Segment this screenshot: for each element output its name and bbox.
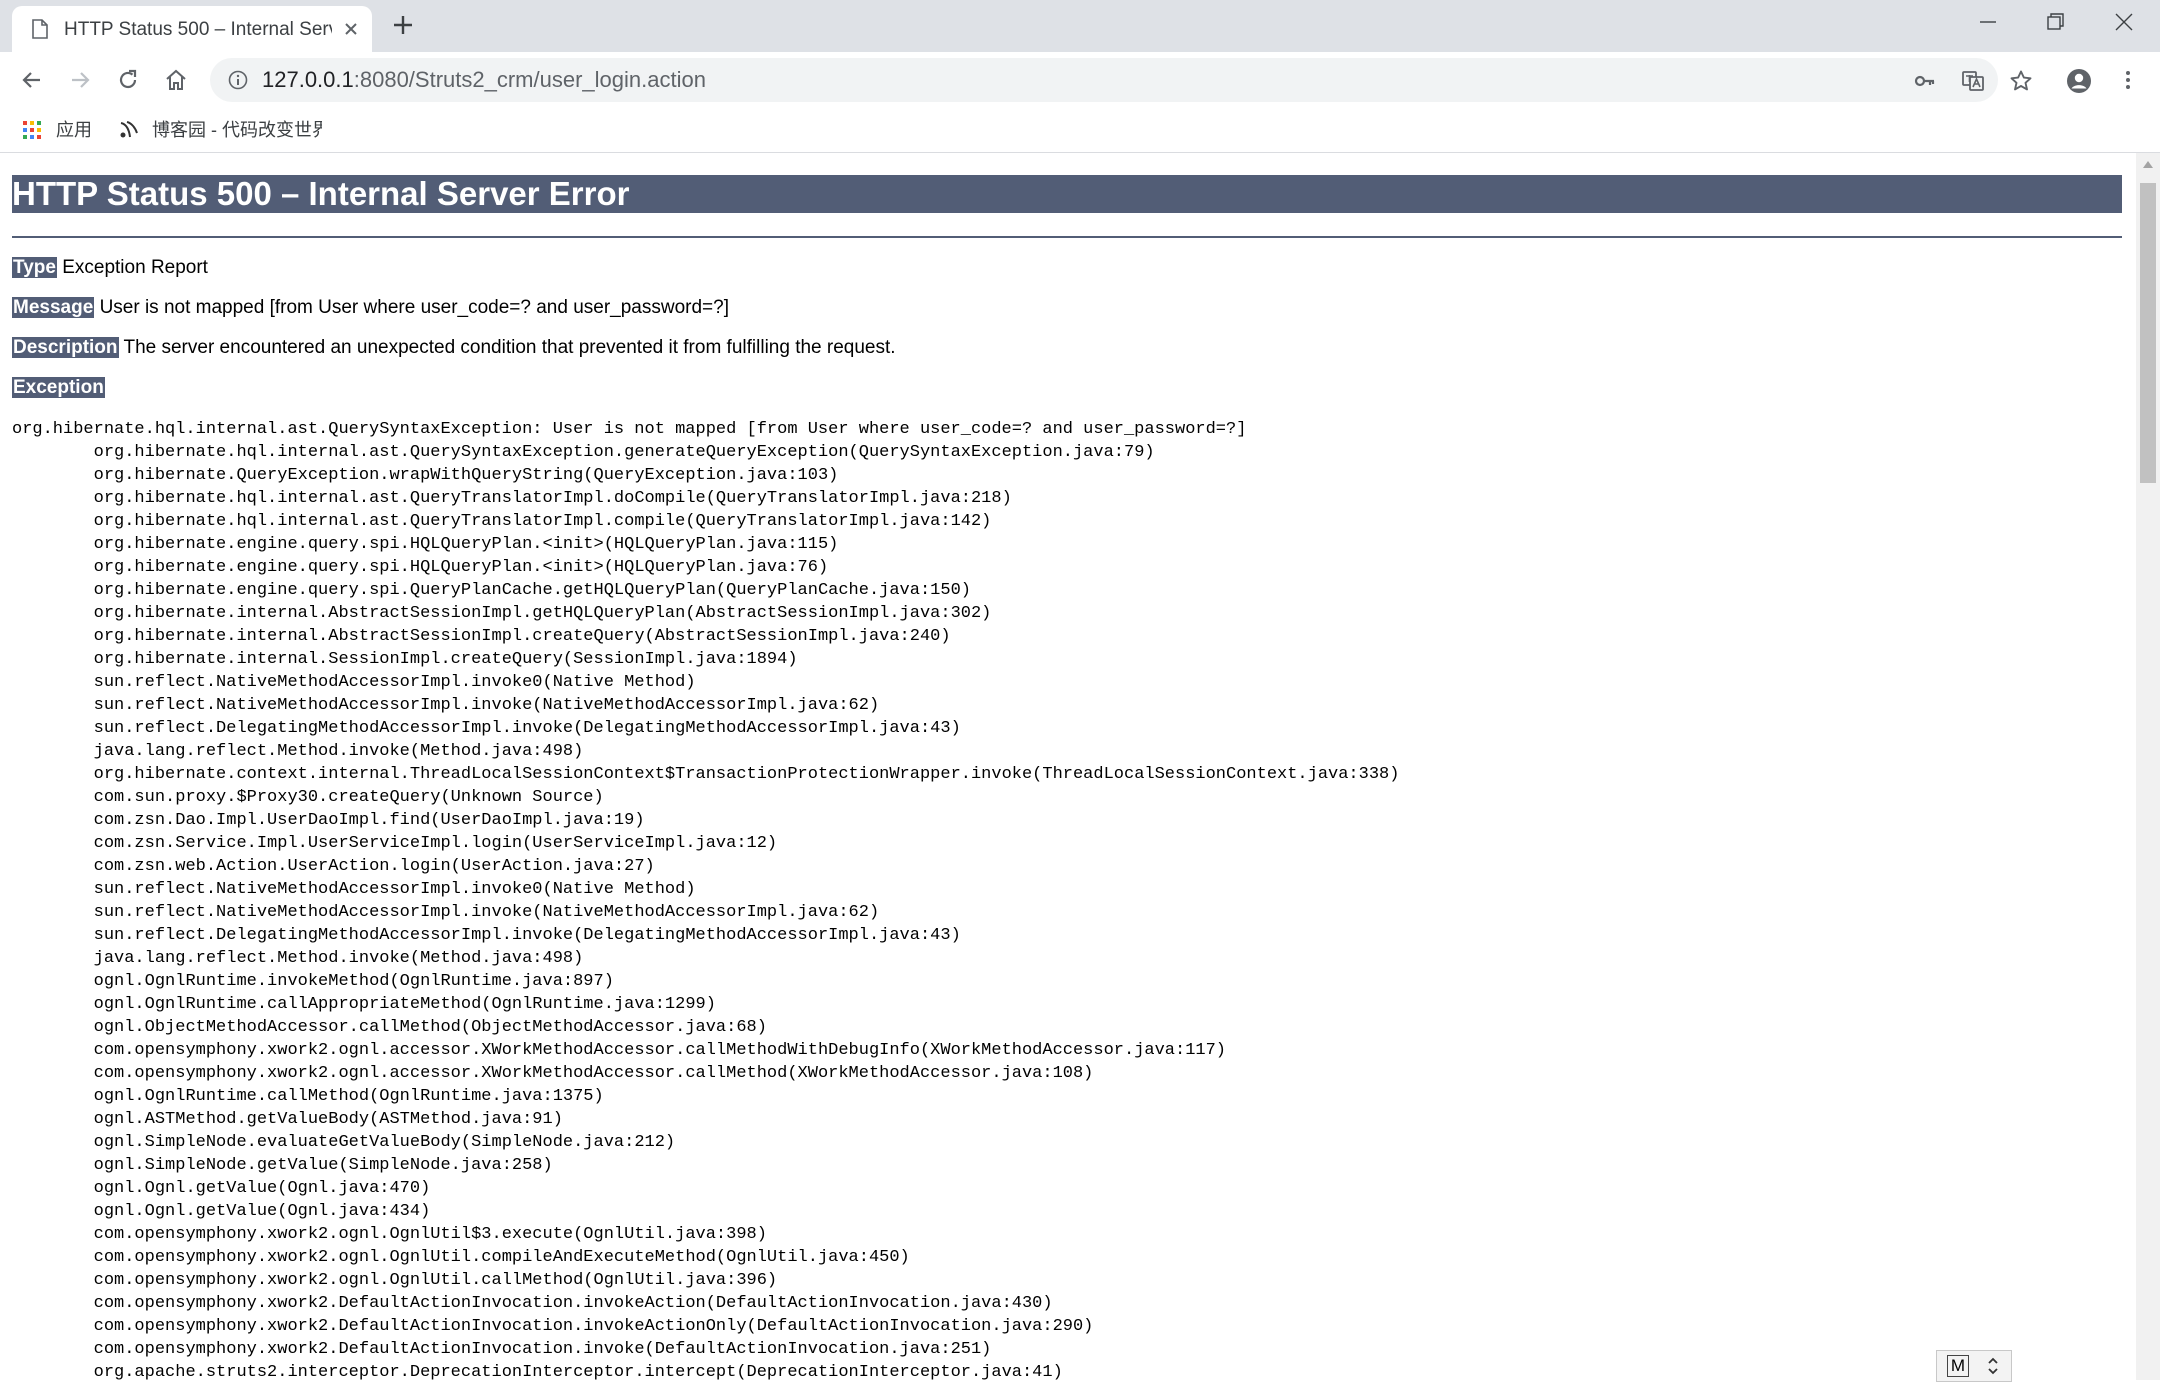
message-value: User is not mapped [from User where user… — [99, 297, 730, 318]
bookmarks-bar: 应用 博客园 - 代码改变世界 — [0, 108, 2160, 153]
info-icon[interactable] — [228, 70, 248, 90]
description-value: The server encountered an unexpected con… — [123, 337, 896, 358]
bookmark-cnblogs[interactable]: 博客园 - 代码改变世界 — [116, 115, 326, 145]
bookmark-apps-label: 应用 — [56, 120, 92, 140]
page-content: HTTP Status 500 – Internal Server Error … — [0, 153, 2136, 1380]
account-icon[interactable] — [2060, 62, 2096, 98]
cnblogs-icon — [118, 119, 140, 146]
description-label: Description — [12, 337, 119, 358]
tab-title: HTTP Status 500 – Internal Server Error — [64, 19, 332, 40]
scroll-thumb[interactable] — [2140, 183, 2156, 483]
plus-icon[interactable] — [390, 12, 416, 38]
url-host: 127.0.0.1 — [262, 67, 354, 92]
description-row: Description The server encountered an un… — [12, 336, 896, 360]
address-bar[interactable]: 127.0.0.1:8080/Struts2_crm/user_login.ac… — [210, 58, 2032, 102]
header-divider — [12, 236, 2122, 238]
scroll-up-arrow-icon[interactable] — [2143, 161, 2153, 168]
menu-dots-icon[interactable] — [2110, 62, 2146, 98]
message-row: Message User is not mapped [from User wh… — [12, 296, 729, 320]
caret-updown-icon — [1987, 1357, 1999, 1380]
window-close-icon[interactable] — [2090, 0, 2158, 44]
back-icon[interactable] — [14, 62, 50, 98]
type-value: Exception Report — [62, 257, 208, 278]
tab-strip: HTTP Status 500 – Internal Server Error — [0, 0, 2160, 52]
key-icon[interactable] — [1910, 66, 1940, 96]
url-path: :8080/Struts2_crm/user_login.action — [353, 67, 706, 92]
type-label: Type — [12, 257, 57, 278]
minimize-icon[interactable] — [1954, 0, 2022, 44]
tab-active[interactable]: HTTP Status 500 – Internal Server Error — [12, 6, 372, 52]
restore-icon[interactable] — [2022, 0, 2090, 44]
message-label: Message — [12, 297, 95, 318]
bookmark-cnblogs-label: 博客园 - 代码改变世界 — [152, 120, 322, 140]
vertical-scrollbar[interactable] — [2136, 153, 2160, 1380]
close-icon[interactable] — [340, 18, 362, 40]
home-icon[interactable] — [158, 62, 194, 98]
browser-toolbar: 127.0.0.1:8080/Struts2_crm/user_login.ac… — [0, 52, 2160, 108]
type-row: Type Exception Report — [12, 256, 208, 280]
page-title: HTTP Status 500 – Internal Server Error — [12, 175, 2122, 213]
reload-icon[interactable] — [110, 62, 146, 98]
stack-trace: org.hibernate.hql.internal.ast.QuerySynt… — [12, 420, 1400, 1380]
url-text[interactable]: 127.0.0.1:8080/Struts2_crm/user_login.ac… — [262, 68, 706, 92]
ime-mode: M — [1947, 1355, 1969, 1377]
apps-grid-icon — [22, 120, 42, 145]
exception-label: Exception — [12, 377, 105, 398]
page-favicon-icon — [32, 19, 48, 39]
forward-icon[interactable] — [62, 62, 98, 98]
bookmark-apps[interactable]: 应用 — [20, 115, 100, 145]
star-icon[interactable] — [2006, 66, 2036, 96]
exception-row: Exception — [12, 376, 105, 400]
translate-icon[interactable] — [1958, 66, 1988, 96]
ime-indicator[interactable]: M — [1936, 1350, 2012, 1382]
